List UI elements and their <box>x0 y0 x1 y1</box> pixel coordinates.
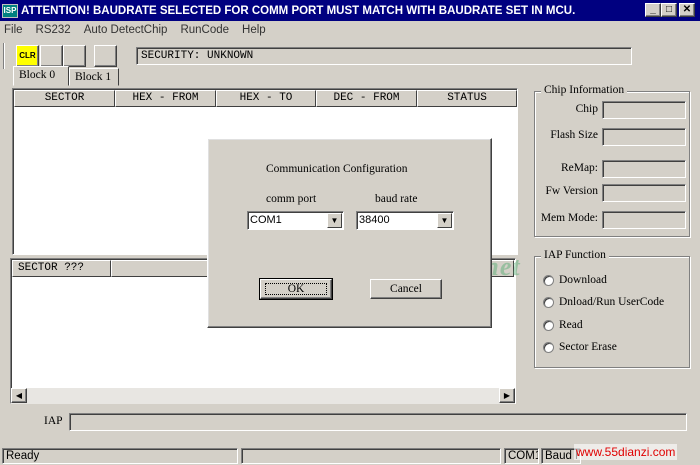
iap-function-group: IAP Function Download Dnload/Run UserCod… <box>534 249 690 368</box>
column-hex-to[interactable]: HEX - TO <box>216 90 316 107</box>
scroll-left-icon[interactable]: ◀ <box>11 388 27 403</box>
status-panel-empty <box>241 448 501 464</box>
menu-auto-detect-chip[interactable]: Auto DetectChip <box>84 24 168 36</box>
maximize-button[interactable]: □ <box>661 3 677 17</box>
baud-rate-label: baud rate <box>375 193 418 205</box>
chip-information-title: Chip Information <box>541 84 628 96</box>
iap-label: IAP <box>44 415 63 427</box>
iap-progress-bar <box>69 413 687 431</box>
flash-size-field <box>602 128 686 146</box>
radio-icon[interactable] <box>543 274 554 286</box>
menu-bar: File RS232 Auto DetectChip RunCode Help <box>0 21 700 39</box>
column-dec-from[interactable]: DEC - FROM <box>316 90 417 107</box>
chip-label: Chip <box>575 103 598 115</box>
column-sector-unknown[interactable]: SECTOR ??? <box>12 260 111 277</box>
radio-download-label: Download <box>559 274 607 286</box>
status-ready: Ready <box>2 448 238 464</box>
toolbar-button-4[interactable] <box>94 45 117 67</box>
radio-sector-erase-label: Sector Erase <box>559 341 617 353</box>
communication-configuration-dialog: Communication Configuration comm port ba… <box>207 138 492 328</box>
chip-information-group: Chip Information Chip Flash Size ReMap: … <box>534 84 690 237</box>
minimize-button[interactable]: _ <box>645 3 661 17</box>
menu-rs232[interactable]: RS232 <box>36 24 71 36</box>
close-button[interactable]: ✕ <box>679 3 695 17</box>
mem-mode-label: Mem Mode: <box>540 212 598 224</box>
watermark-55dianzi: www.55dianzi.com <box>574 444 678 460</box>
remap-field <box>602 160 686 178</box>
comm-port-label: comm port <box>266 193 317 205</box>
cancel-button[interactable]: Cancel <box>370 279 442 299</box>
window-title: ATTENTION! BAUDRATE SELECTED FOR COMM PO… <box>21 4 576 17</box>
fw-version-label: Fw Version <box>545 185 598 197</box>
chevron-down-icon[interactable]: ▼ <box>437 213 452 228</box>
ok-button[interactable]: OK <box>259 278 333 300</box>
menu-file[interactable]: File <box>4 24 23 36</box>
comm-port-select[interactable]: COM1 ▼ <box>247 211 344 230</box>
radio-icon[interactable] <box>543 319 554 331</box>
radio-dnload-run-usercode[interactable]: Dnload/Run UserCode <box>543 296 664 308</box>
column-sector[interactable]: SECTOR <box>14 90 115 107</box>
tab-block-0[interactable]: Block 0 <box>13 66 69 86</box>
radio-read[interactable]: Read <box>543 319 583 331</box>
radio-read-label: Read <box>559 319 583 331</box>
menu-help[interactable]: Help <box>242 24 266 36</box>
menu-runcode[interactable]: RunCode <box>180 24 229 36</box>
mem-mode-field <box>602 211 686 229</box>
clr-button[interactable]: CLR <box>16 45 39 67</box>
radio-download[interactable]: Download <box>543 274 607 286</box>
dialog-title: Communication Configuration <box>266 163 408 175</box>
chip-field <box>602 101 686 119</box>
radio-icon[interactable] <box>543 341 554 353</box>
status-port: COM1 <box>504 448 539 464</box>
app-icon[interactable]: ISP <box>2 3 18 18</box>
radio-sector-erase[interactable]: Sector Erase <box>543 341 617 353</box>
fw-version-field <box>602 184 686 202</box>
title-bar: ISP ATTENTION! BAUDRATE SELECTED FOR COM… <box>0 0 700 21</box>
focus-rect <box>265 283 327 295</box>
baud-rate-value: 38400 <box>359 214 390 226</box>
remap-label: ReMap: <box>560 162 598 174</box>
horizontal-scrollbar[interactable]: ◀ ▶ <box>11 388 515 404</box>
toolbar-button-2[interactable] <box>40 45 63 67</box>
sector-table-header: SECTOR HEX - FROM HEX - TO DEC - FROM ST… <box>14 90 517 107</box>
security-status: SECURITY: UNKNOWN <box>136 47 632 65</box>
chevron-down-icon[interactable]: ▼ <box>327 213 342 228</box>
scroll-right-icon[interactable]: ▶ <box>499 388 515 403</box>
column-status[interactable]: STATUS <box>417 90 517 107</box>
column-hex-from[interactable]: HEX - FROM <box>115 90 216 107</box>
toolbar-button-3[interactable] <box>63 45 86 67</box>
comm-port-value: COM1 <box>250 214 282 226</box>
radio-icon[interactable] <box>543 296 554 308</box>
toolbar-grip <box>3 43 5 69</box>
iap-function-title: IAP Function <box>541 249 609 261</box>
baud-rate-select[interactable]: 38400 ▼ <box>356 211 454 230</box>
tab-block-1[interactable]: Block 1 <box>69 68 119 86</box>
radio-dnload-run-label: Dnload/Run UserCode <box>559 296 665 308</box>
flash-size-label: Flash Size <box>550 129 598 141</box>
